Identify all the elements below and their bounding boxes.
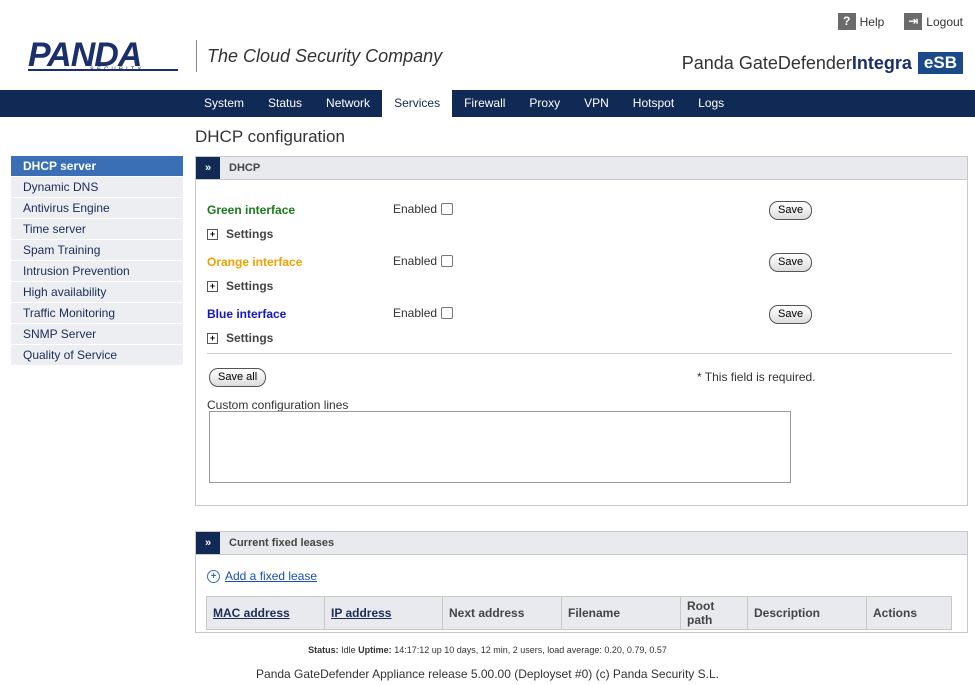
help-icon: ? [837, 13, 856, 30]
help-label: Help [859, 14, 885, 29]
orange-enabled-checkbox[interactable] [441, 255, 454, 267]
status-value: Idle [341, 645, 356, 655]
tagline: The Cloud Security Company [207, 46, 443, 66]
sidebar-item-spam-training[interactable]: Spam Training [11, 240, 183, 260]
product-title: Panda GateDefenderIntegra [682, 53, 912, 74]
col-filename: Filename [561, 596, 681, 630]
sidebar-item-high-availability[interactable]: High availability [11, 282, 183, 302]
orange-enabled: Enabled [393, 254, 454, 268]
blue-interface-label: Blue interface [207, 307, 287, 321]
custom-lines-textarea[interactable] [209, 411, 791, 483]
status-label: Status: [308, 645, 339, 655]
blue-enabled-checkbox[interactable] [441, 307, 454, 319]
add-circle-icon: + [207, 569, 220, 583]
leases-table: MAC address IP address Next address File… [206, 596, 952, 630]
expand-plus-icon: + [207, 332, 218, 344]
green-enabled-label: Enabled [393, 202, 438, 216]
custom-lines-label: Custom configuration lines [207, 398, 349, 412]
blue-settings-label: Settings [226, 331, 274, 345]
sidebar-item-intrusion-prevention[interactable]: Intrusion Prevention [11, 261, 183, 281]
sidebar-item-dhcp-server[interactable]: DHCP server [11, 156, 183, 176]
uptime-label: Uptime: [358, 645, 392, 655]
nav-item-status[interactable]: Status [256, 90, 314, 117]
orange-enabled-label: Enabled [393, 254, 438, 268]
green-save-button[interactable]: Save [769, 201, 813, 220]
nav-item-vpn[interactable]: VPN [572, 90, 621, 117]
logout-link[interactable]: ⇥ Logout [904, 13, 963, 30]
green-settings-toggle[interactable]: + Settings [207, 227, 273, 241]
footer: Panda GateDefender Appliance release 5.0… [256, 667, 719, 681]
sidebar-item-snmp-server[interactable]: SNMP Server [11, 324, 183, 344]
sidebar-item-time-server[interactable]: Time server [11, 219, 183, 239]
col-next-address: Next address [442, 596, 562, 630]
logout-label: Logout [926, 14, 963, 29]
sidebar-item-dynamic-dns[interactable]: Dynamic DNS [11, 177, 183, 197]
sidebar: DHCP server Dynamic DNS Antivirus Engine Ti… [11, 156, 183, 366]
col-mac-address[interactable]: MAC address [206, 596, 325, 630]
help-link[interactable]: ? Help [837, 13, 885, 30]
green-enabled-checkbox[interactable] [441, 203, 454, 215]
blue-enabled-label: Enabled [393, 306, 438, 320]
col-root-path: Root path [680, 596, 748, 630]
required-note: * This field is required. [697, 370, 816, 384]
col-actions: Actions [866, 596, 952, 630]
nav-item-proxy[interactable]: Proxy [517, 90, 572, 117]
top-links: ? Help ⇥ Logout [837, 13, 963, 30]
dhcp-panel-header: » DHCP [196, 157, 967, 180]
green-enabled: Enabled [393, 202, 454, 216]
green-interface-label: Green interface [207, 203, 296, 217]
leases-panel: » Current fixed leases + Add a fixed lea… [195, 531, 968, 633]
save-all-button[interactable]: Save all [209, 368, 267, 387]
nav-item-logs[interactable]: Logs [686, 90, 736, 117]
orange-settings-label: Settings [226, 279, 274, 293]
product-badge: eSB [917, 52, 963, 74]
expand-plus-icon: + [207, 228, 218, 240]
col-ip-address[interactable]: IP address [324, 596, 443, 630]
dhcp-separator [207, 353, 952, 354]
add-lease-label: Add a fixed lease [225, 569, 318, 583]
product-prefix: Panda [681, 52, 739, 73]
nav-item-network[interactable]: Network [314, 90, 382, 117]
orange-interface-label: Orange interface [207, 255, 303, 269]
product-main: GateDefender [738, 52, 852, 73]
expand-plus-icon: + [207, 280, 218, 292]
orange-save-button[interactable]: Save [769, 253, 813, 272]
status-line: Status: Idle Uptime: 14:17:12 up 10 days… [0, 645, 975, 655]
sidebar-item-traffic-monitoring[interactable]: Traffic Monitoring [11, 303, 183, 323]
leases-panel-header: » Current fixed leases [196, 532, 967, 555]
blue-save-button[interactable]: Save [769, 305, 813, 324]
sidebar-item-quality-of-service[interactable]: Quality of Service [11, 345, 183, 365]
product-name: Panda GateDefenderIntegra eSB [682, 52, 963, 74]
sidebar-item-antivirus-engine[interactable]: Antivirus Engine [11, 198, 183, 218]
header-divider [196, 40, 197, 72]
nav-item-firewall[interactable]: Firewall [452, 90, 517, 117]
green-settings-label: Settings [226, 227, 274, 241]
product-bold: Integra [851, 52, 912, 73]
nav-items: System Status Network Services Firewall Proxy… [192, 90, 736, 117]
dhcp-panel: » DHCP Green interface Enabled Save + Se… [195, 156, 968, 506]
dhcp-panel-title: DHCP [229, 162, 261, 174]
nav-item-hotspot[interactable]: Hotspot [621, 90, 686, 117]
collapse-chevron-icon[interactable]: » [196, 532, 220, 554]
panda-logo: PANDA SECURITY [28, 38, 186, 78]
leases-panel-title: Current fixed leases [229, 537, 335, 549]
blue-settings-toggle[interactable]: + Settings [207, 331, 273, 345]
col-description: Description [747, 596, 867, 630]
nav-item-services[interactable]: Services [382, 90, 453, 117]
logout-icon: ⇥ [904, 13, 923, 30]
orange-settings-toggle[interactable]: + Settings [207, 279, 273, 293]
add-lease-link[interactable]: + Add a fixed lease [207, 569, 317, 583]
main-nav: System Status Network Services Firewall Proxy… [0, 90, 975, 117]
leases-header-row: MAC address IP address Next address File… [206, 596, 952, 630]
logo-subtext: SECURITY [90, 67, 145, 73]
page-title: DHCP configuration [195, 127, 345, 146]
blue-enabled: Enabled [393, 306, 454, 320]
collapse-chevron-icon[interactable]: » [196, 157, 220, 179]
uptime-value: 14:17:12 up 10 days, 12 min, 2 users, lo… [394, 645, 667, 655]
nav-item-system[interactable]: System [192, 90, 256, 117]
